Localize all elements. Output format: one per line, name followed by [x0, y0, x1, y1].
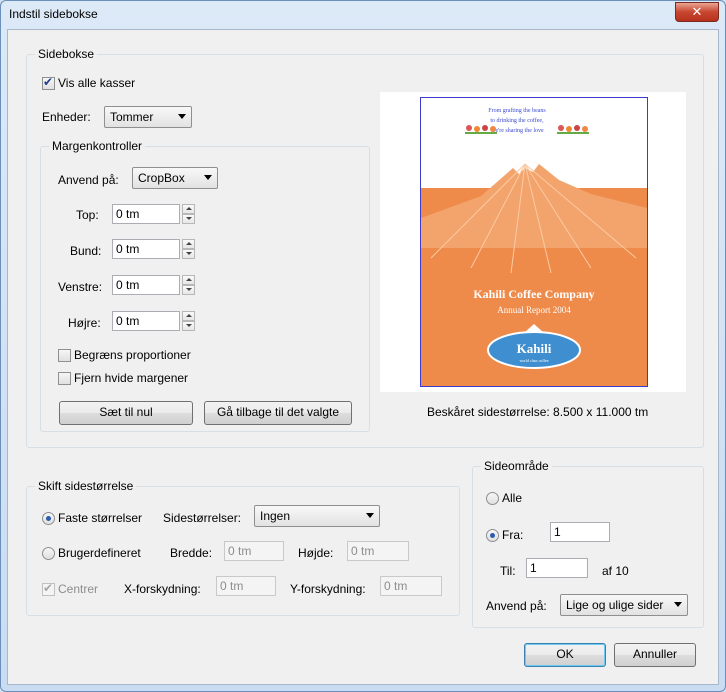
stepper-up-icon[interactable] [182, 239, 195, 249]
left-input-value: 0 tm [116, 278, 140, 292]
units-select[interactable]: Tommer [104, 106, 192, 128]
report-title: Annual Report 2004 [497, 305, 571, 315]
dialog-window: Indstil sidebokse ✕ Sidebokse Vis alle k… [0, 0, 726, 692]
range-apply-label: Anvend på: [486, 599, 547, 613]
page-preview: From grafting the beans to drinking the … [380, 92, 686, 392]
range-apply-value: Lige og ulige sider [566, 598, 664, 612]
chevron-down-icon [204, 175, 212, 180]
dialog-client: Sidebokse Vis alle kasser Enheder: Tomme… [7, 29, 719, 685]
set-zero-button[interactable]: Sæt til nul [59, 401, 193, 425]
stepper-up-icon[interactable] [182, 311, 195, 321]
tagline-3: We're sharing the love [490, 128, 544, 134]
xoffset-label: X-forskydning: [124, 582, 201, 596]
logo-text: Kahili [517, 341, 552, 356]
cropped-size-label: Beskåret sidestørrelse: 8.500 x 11.000 t… [427, 405, 649, 419]
remove-white-label: Fjern hvide margener [74, 371, 189, 385]
stepper-down-icon[interactable] [182, 214, 195, 224]
width-input-value: 0 tm [228, 544, 252, 558]
preview-artwork: From grafting the beans to drinking the … [421, 107, 647, 386]
yoffset-input-value: 0 tm [384, 579, 408, 593]
page-size-legend: Skift sidestørrelse [35, 479, 137, 493]
from-radio[interactable] [486, 529, 499, 542]
ok-button[interactable]: OK [524, 643, 606, 667]
right-stepper[interactable] [182, 311, 195, 331]
yoffset-input[interactable]: 0 tm [380, 576, 442, 596]
from-input[interactable]: 1 [550, 522, 610, 542]
margin-legend: Margenkontroller [49, 139, 146, 153]
margin-apply-select[interactable]: CropBox [132, 167, 218, 189]
right-input[interactable]: 0 tm [112, 311, 180, 331]
title-bar[interactable]: Indstil sidebokse ✕ [1, 1, 725, 29]
sizes-label: Sidestørrelser: [163, 511, 242, 525]
to-input-value: 1 [530, 561, 537, 575]
bottom-label: Bund: [70, 244, 102, 258]
of-pages-label: af 10 [602, 564, 629, 578]
revert-button[interactable]: Gå tilbage til det valgte [204, 401, 352, 425]
width-input[interactable]: 0 tm [224, 541, 284, 561]
bottom-input-value: 0 tm [116, 242, 140, 256]
right-input-value: 0 tm [116, 314, 140, 328]
width-label: Bredde: [170, 546, 213, 560]
fixed-size-label: Faste størrelser [58, 511, 143, 525]
left-input[interactable]: 0 tm [112, 275, 180, 295]
constrain-label: Begræns proportioner [74, 348, 191, 362]
window-title: Indstil sidebokse [9, 7, 98, 21]
show-all-checkbox[interactable] [42, 75, 55, 90]
all-pages-label: Alle [502, 491, 523, 505]
custom-size-label: Brugerdefineret [58, 546, 141, 560]
xoffset-input[interactable]: 0 tm [216, 576, 276, 596]
top-input-value: 0 tm [116, 207, 140, 221]
top-input[interactable]: 0 tm [112, 204, 180, 224]
close-button[interactable]: ✕ [675, 2, 719, 22]
center-checkbox[interactable] [42, 581, 55, 596]
top-stepper[interactable] [182, 204, 195, 224]
preview-page: From grafting the beans to drinking the … [420, 97, 648, 387]
cancel-button[interactable]: Annuller [614, 643, 696, 667]
height-label: Højde: [298, 546, 334, 560]
all-pages-radio[interactable] [486, 492, 499, 505]
tagline-1: From grafting the beans [488, 107, 546, 114]
chevron-down-icon [674, 602, 682, 607]
units-label: Enheder: [42, 110, 91, 124]
constrain-checkbox[interactable] [58, 349, 71, 362]
center-label: Centrer [58, 582, 99, 596]
margin-apply-label: Anvend på: [58, 173, 119, 187]
right-label: Højre: [68, 316, 101, 330]
sizes-select[interactable]: Ingen [254, 505, 380, 527]
from-input-value: 1 [554, 525, 561, 539]
chevron-down-icon [366, 513, 374, 518]
xoffset-input-value: 0 tm [220, 579, 244, 593]
stepper-down-icon[interactable] [182, 321, 195, 331]
stepper-down-icon[interactable] [182, 285, 195, 295]
page-range-legend: Sideområde [481, 459, 552, 473]
bottom-stepper[interactable] [182, 239, 195, 259]
top-label: Top: [76, 208, 99, 222]
stepper-up-icon[interactable] [182, 204, 195, 214]
sidebokse-legend: Sidebokse [35, 47, 98, 61]
sizes-select-value: Ingen [260, 509, 291, 523]
height-input[interactable]: 0 tm [347, 541, 409, 561]
units-select-value: Tommer [110, 110, 154, 124]
stepper-up-icon[interactable] [182, 275, 195, 285]
bottom-input[interactable]: 0 tm [112, 239, 180, 259]
range-apply-select[interactable]: Lige og ulige sider [560, 594, 688, 616]
from-label: Fra: [502, 528, 524, 542]
yoffset-label: Y-forskydning: [290, 582, 366, 596]
margin-apply-value: CropBox [138, 171, 185, 185]
height-input-value: 0 tm [351, 544, 375, 558]
to-input[interactable]: 1 [526, 558, 588, 578]
tagline-2: to drinking the coffee, [490, 117, 544, 124]
company-name: Kahili Coffee Company [473, 287, 594, 301]
chevron-down-icon [178, 114, 186, 119]
logo-sub: world class coffee [519, 358, 548, 363]
stepper-down-icon[interactable] [182, 249, 195, 259]
close-icon: ✕ [691, 4, 703, 19]
show-all-label: Vis alle kasser [58, 76, 136, 90]
fixed-size-radio[interactable] [42, 512, 55, 525]
custom-size-radio[interactable] [42, 547, 55, 560]
left-label: Venstre: [58, 280, 103, 294]
left-stepper[interactable] [182, 275, 195, 295]
remove-white-checkbox[interactable] [58, 372, 71, 385]
to-label: Til: [500, 564, 516, 578]
